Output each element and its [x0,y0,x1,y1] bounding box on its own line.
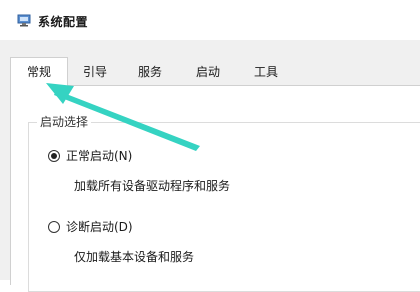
diagnostic-startup-label[interactable]: 诊断启动(D) [66,218,133,235]
tab-tools-label: 工具 [253,65,278,79]
normal-startup-radio[interactable] [48,150,60,162]
title-bar: 系统配置 [0,0,420,40]
tab-boot[interactable]: 引导 [70,60,120,85]
radio-selected-dot [51,153,57,159]
normal-startup-description: 加载所有设备驱动程序和服务 [74,179,231,193]
tab-general[interactable]: 常规 [10,57,68,86]
group-legend: 启动选择 [37,113,92,130]
tab-startup[interactable]: 启动 [180,60,236,85]
tab-boot-label: 引导 [82,65,107,79]
normal-startup-label[interactable]: 正常启动(N) [66,147,132,164]
system-config-icon [17,14,31,27]
tab-services[interactable]: 服务 [122,60,178,85]
diagnostic-startup-description: 仅加载基本设备和服务 [74,250,195,264]
tab-general-label: 常规 [26,65,51,79]
tab-services-label: 服务 [137,65,162,79]
tab-tools[interactable]: 工具 [238,60,294,85]
diagnostic-startup-radio[interactable] [48,221,60,233]
tab-startup-label: 启动 [195,65,220,79]
window-title: 系统配置 [38,15,89,29]
